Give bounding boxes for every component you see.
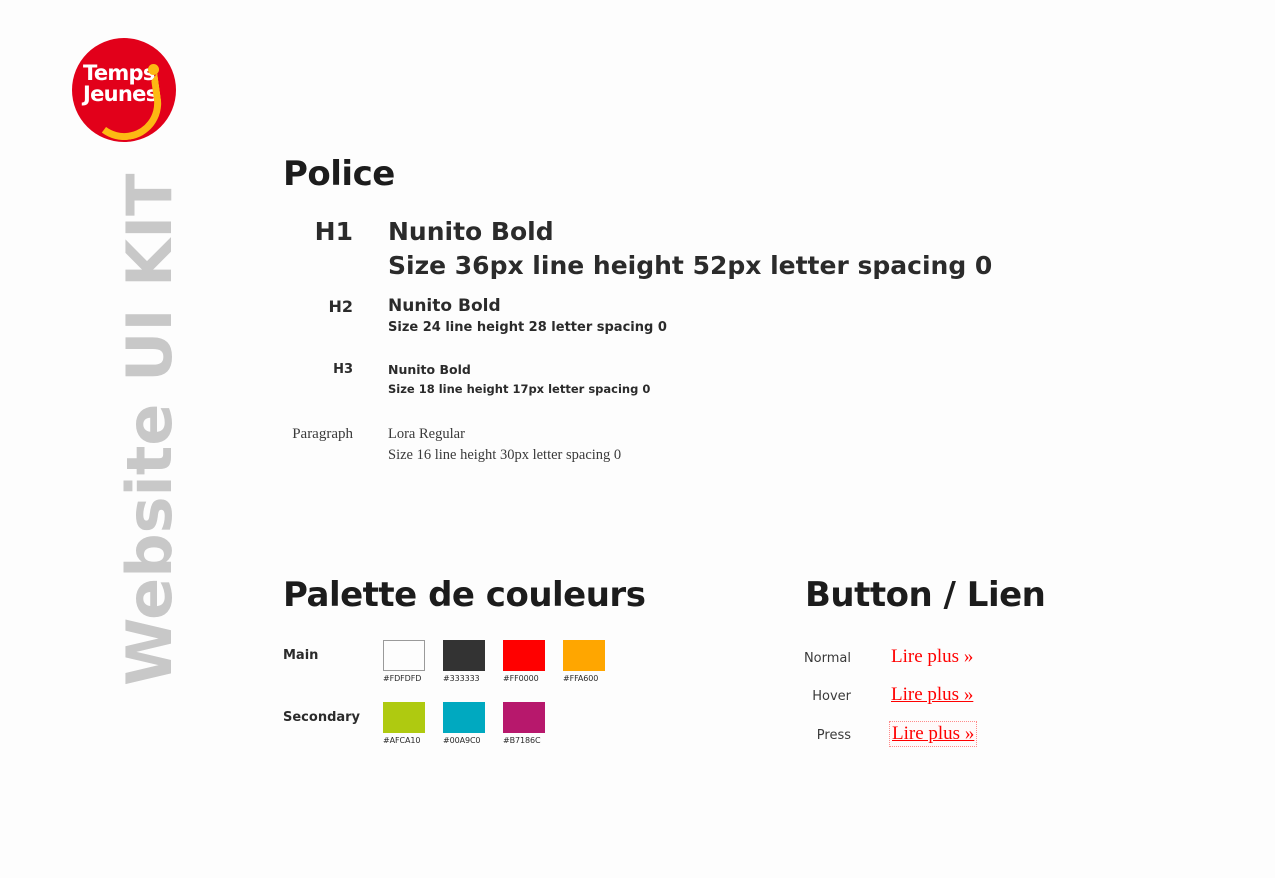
color-chip[interactable]: [503, 702, 545, 733]
brand-logo: Temps Jeunes: [72, 38, 176, 144]
button-states: Normal Lire plus » Hover Lire plus » Pre…: [780, 645, 1080, 759]
color-swatch[interactable]: #FFA600: [563, 640, 605, 684]
color-hex-label: #FF0000: [503, 674, 539, 683]
typography-font-name-h3: Nunito Bold: [388, 362, 471, 377]
link-lire-plus-hover[interactable]: Lire plus »: [889, 683, 975, 707]
typography-table: H1 Nunito Bold Size 36px line height 52p…: [283, 215, 993, 466]
logo-dot-icon: [148, 64, 159, 75]
color-hex-label: #333333: [443, 674, 480, 683]
typography-spec-h3: Size 18 line height 17px letter spacing …: [388, 382, 651, 396]
button-state-row-hover: Hover Lire plus »: [780, 683, 1080, 721]
logo-swoosh-icon: [84, 73, 166, 142]
typography-sample-h3: Nunito Bold Size 18 line height 17px let…: [353, 360, 650, 399]
link-lire-plus-normal[interactable]: Lire plus »: [889, 645, 975, 669]
color-swatch[interactable]: #B7186C: [503, 702, 545, 746]
palette-row-secondary: Secondary #AFCA10 #00A9C0 #B7186C: [283, 702, 683, 746]
section-heading-palette: Palette de couleurs: [283, 575, 646, 615]
section-heading-buttons: Button / Lien: [805, 575, 1046, 615]
typography-font-name-h1: Nunito Bold: [388, 217, 554, 246]
color-hex-label: #AFCA10: [383, 736, 421, 745]
color-hex-label: #B7186C: [503, 736, 541, 745]
button-state-label-press: Press: [816, 728, 851, 743]
button-state-preview-hover: Lire plus »: [851, 683, 975, 707]
color-palette: Main #FDFDFD #333333 #FF0000 #FFA600 Sec…: [283, 640, 683, 764]
color-chip[interactable]: [443, 702, 485, 733]
link-lire-plus-press[interactable]: Lire plus »: [889, 721, 978, 747]
typography-spec-paragraph: Size 16 line height 30px letter spacing …: [388, 447, 622, 463]
ui-kit-page: Temps Jeunes Website UI KIT Police H1 Nu…: [0, 0, 1275, 878]
logo-circle: Temps Jeunes: [72, 38, 176, 142]
typography-font-name-h2: Nunito Bold: [388, 296, 501, 316]
typography-row-h3: H3 Nunito Bold Size 18 line height 17px …: [283, 360, 983, 399]
button-state-preview-press: Lire plus »: [851, 721, 978, 747]
color-chip[interactable]: [503, 640, 545, 671]
color-chip[interactable]: [383, 702, 425, 733]
button-state-row-press: Press Lire plus »: [780, 721, 1080, 759]
page-title-vertical: Website UI KIT: [113, 173, 186, 686]
color-chip[interactable]: [443, 640, 485, 671]
color-swatch[interactable]: #FDFDFD: [383, 640, 425, 684]
color-swatch[interactable]: #333333: [443, 640, 485, 684]
swatch-list-main: #FDFDFD #333333 #FF0000 #FFA600: [383, 640, 605, 684]
color-hex-label: #FDFDFD: [383, 674, 422, 683]
typography-sample-h1: Nunito Bold Size 36px line height 52px l…: [353, 215, 992, 283]
palette-row-main: Main #FDFDFD #333333 #FF0000 #FFA600: [283, 640, 683, 684]
button-state-label-normal: Normal: [803, 651, 851, 666]
typography-row-h1: H1 Nunito Bold Size 36px line height 52p…: [283, 215, 993, 283]
color-chip[interactable]: [383, 640, 425, 671]
button-state-row-normal: Normal Lire plus »: [780, 645, 1080, 683]
typography-row-paragraph: Paragraph Lora Regular Size 16 line heig…: [283, 424, 983, 466]
typography-label-h1: H1: [314, 217, 353, 246]
section-heading-typography: Police: [283, 154, 395, 194]
typography-font-name-paragraph: Lora Regular: [388, 426, 465, 442]
button-state-label-hover: Hover: [812, 689, 851, 704]
typography-label-paragraph: Paragraph: [292, 426, 353, 442]
palette-row-label-secondary: Secondary: [283, 710, 361, 725]
typography-spec-h1: Size 36px line height 52px letter spacin…: [388, 251, 993, 280]
typography-label-h2: H2: [328, 297, 353, 316]
color-hex-label: #00A9C0: [443, 736, 481, 745]
typography-row-h2: H2 Nunito Bold Size 24 line height 28 le…: [283, 295, 983, 338]
color-swatch[interactable]: #AFCA10: [383, 702, 425, 746]
color-swatch[interactable]: #FF0000: [503, 640, 545, 684]
typography-label-h3: H3: [333, 362, 353, 377]
palette-row-label-main: Main: [283, 648, 319, 663]
color-swatch[interactable]: #00A9C0: [443, 702, 485, 746]
color-hex-label: #FFA600: [563, 674, 599, 683]
typography-sample-paragraph: Lora Regular Size 16 line height 30px le…: [353, 424, 621, 466]
button-state-preview-normal: Lire plus »: [851, 645, 975, 669]
color-chip[interactable]: [563, 640, 605, 671]
typography-sample-h2: Nunito Bold Size 24 line height 28 lette…: [353, 295, 667, 338]
typography-spec-h2: Size 24 line height 28 letter spacing 0: [388, 320, 667, 335]
swatch-list-secondary: #AFCA10 #00A9C0 #B7186C: [383, 702, 545, 746]
